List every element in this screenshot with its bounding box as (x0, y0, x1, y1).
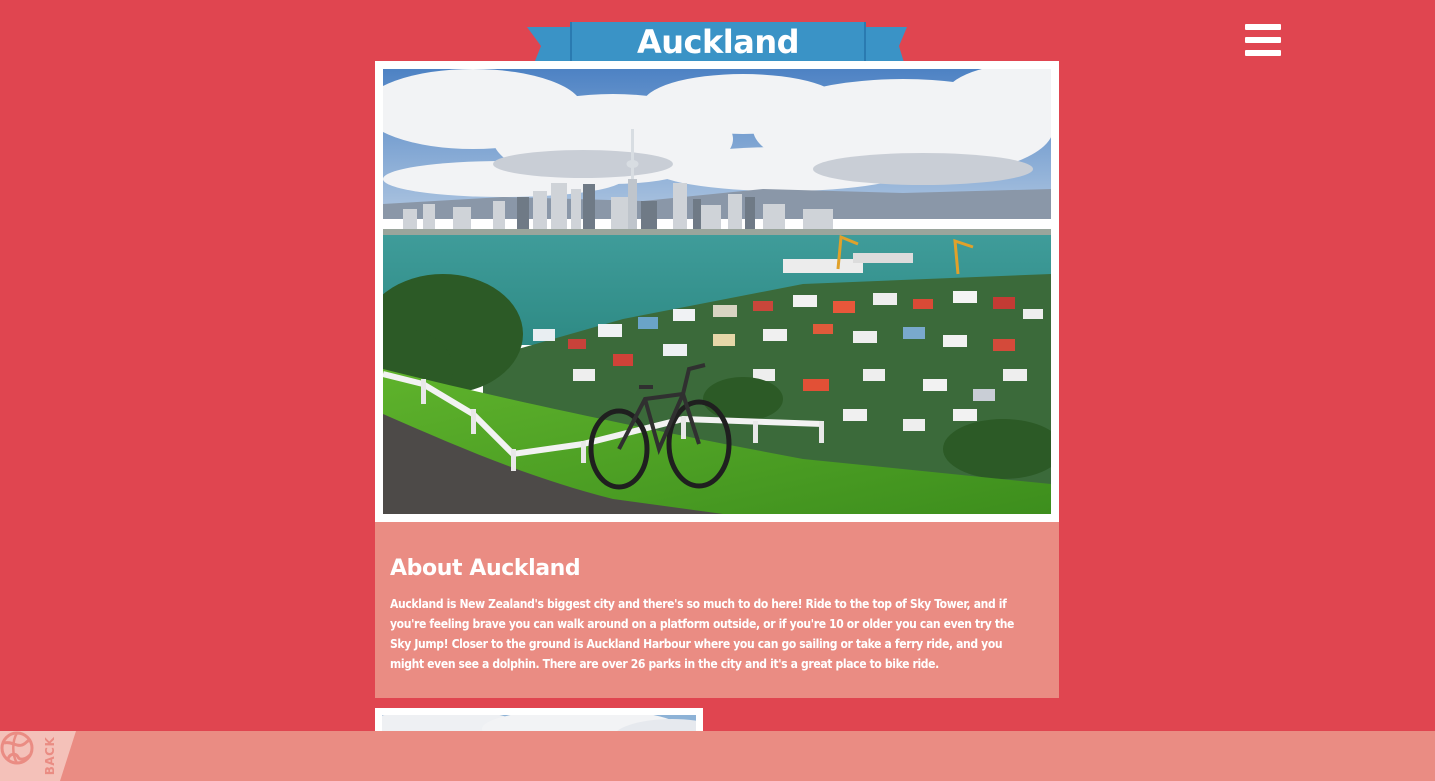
globe-icon (0, 731, 34, 765)
page: Auckland About Auckland Auckland is New … (0, 0, 1435, 781)
back-label: BACK (43, 736, 57, 776)
hero-photo (383, 69, 1051, 514)
hero-photo-frame (375, 61, 1059, 522)
bottom-bar (0, 731, 1435, 781)
back-button[interactable]: BACK (0, 731, 76, 781)
menu-bar (1245, 24, 1281, 30)
menu-bar (1245, 50, 1281, 56)
about-text: Auckland is New Zealand's biggest city a… (390, 597, 1015, 671)
menu-bar (1245, 37, 1281, 43)
about-card: About Auckland Auckland is New Zealand's… (375, 522, 1059, 698)
hamburger-menu-icon[interactable] (1245, 24, 1281, 56)
about-heading: About Auckland (390, 556, 581, 581)
